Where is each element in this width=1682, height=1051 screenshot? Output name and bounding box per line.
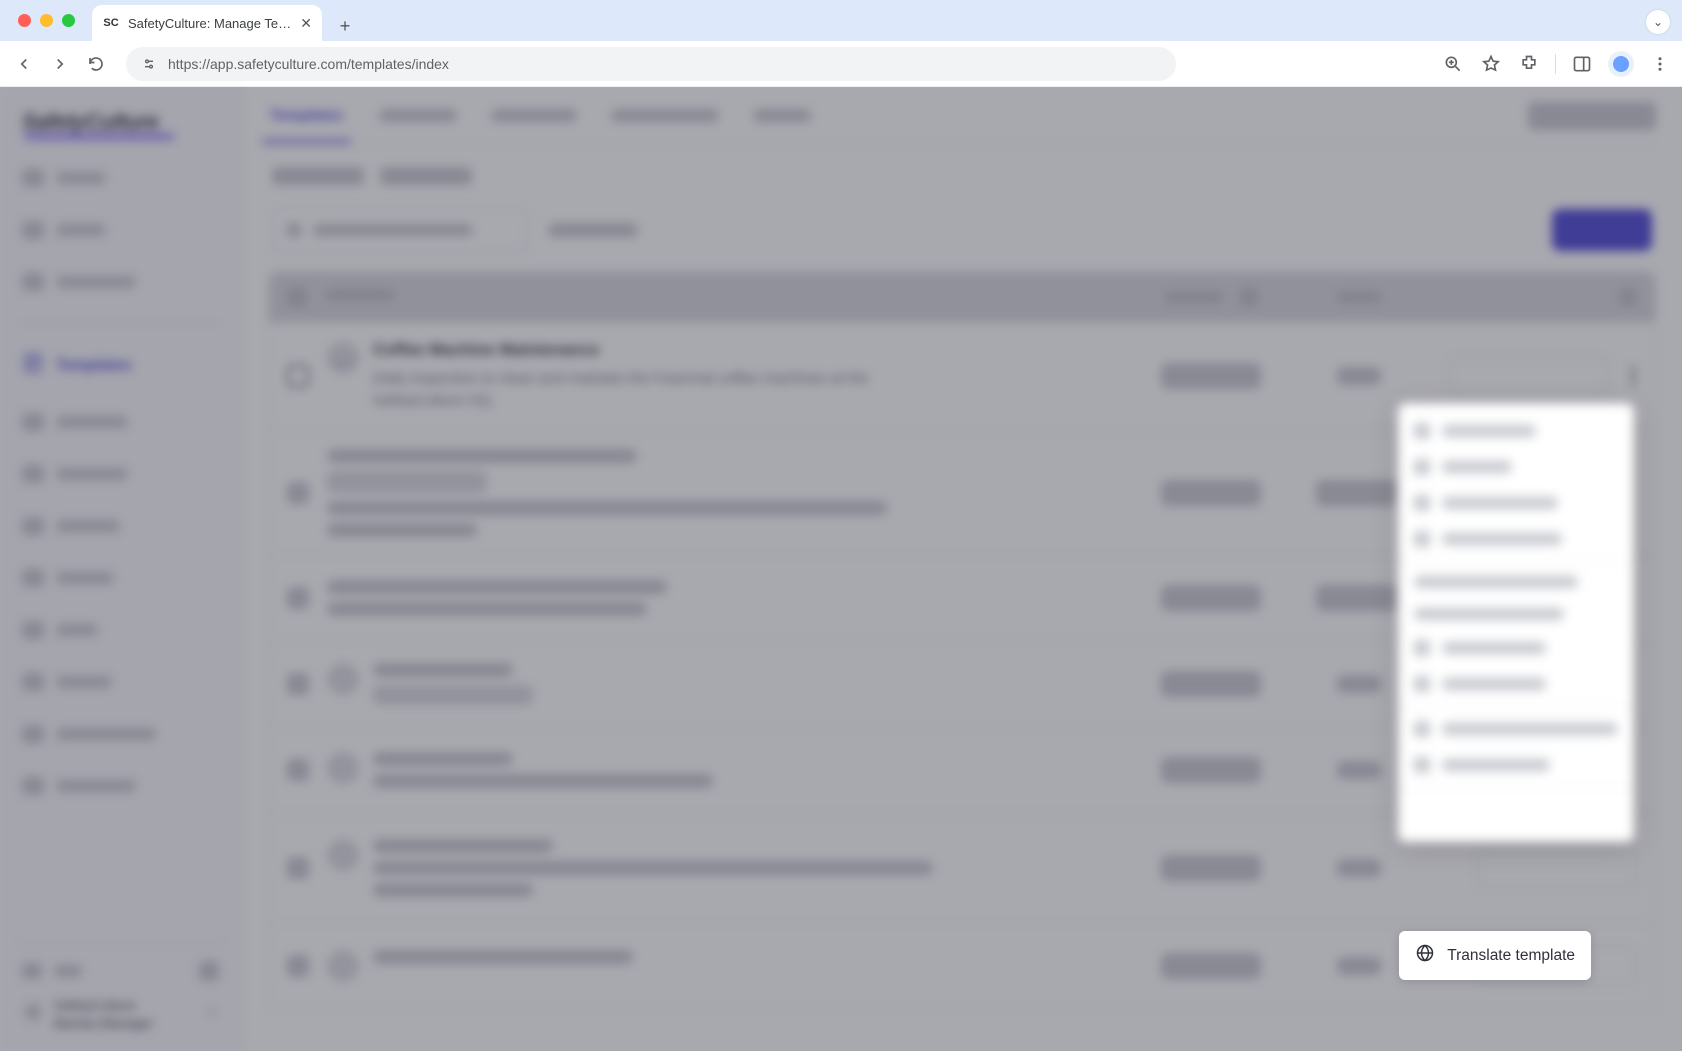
- template-description: Daily inspection to clean and maintain t…: [373, 368, 933, 412]
- sidebar-item[interactable]: [14, 211, 227, 249]
- menu-item[interactable]: [1398, 711, 1634, 747]
- sidebar: SafetyCulture Templates: [0, 87, 242, 1051]
- tab-strip: SC SafetyCulture: Manage Teams and... ✕ …: [0, 0, 1682, 41]
- workspace-name: SafetyCulture: [54, 997, 153, 1015]
- sidebar-item[interactable]: [14, 403, 227, 441]
- menu-item[interactable]: [1398, 449, 1634, 485]
- menu-item[interactable]: [1398, 598, 1634, 630]
- app-viewport: SafetyCulture Templates: [0, 87, 1682, 1051]
- sidebar-item[interactable]: [14, 663, 227, 701]
- menu-item[interactable]: [1398, 630, 1634, 666]
- row-checkbox[interactable]: [287, 482, 309, 504]
- minimize-window-button[interactable]: [40, 14, 53, 27]
- row-context-menu: [1398, 403, 1634, 842]
- row-status: [1161, 363, 1261, 389]
- sidebar-item[interactable]: [14, 715, 227, 753]
- close-window-button[interactable]: [18, 14, 31, 27]
- logo-text: SafetyCulture: [22, 109, 159, 134]
- search-input[interactable]: [272, 207, 528, 253]
- template-title[interactable]: Coffee Machine Maintenance: [373, 341, 1123, 360]
- workspace-role: Barista Manager: [54, 1015, 153, 1033]
- table-header: [269, 272, 1655, 322]
- row-checkbox[interactable]: [287, 587, 309, 609]
- row-checkbox[interactable]: [287, 857, 309, 879]
- sidebar-item[interactable]: [14, 263, 227, 301]
- workspace-switcher[interactable]: SafetyCulture Barista Manager: [14, 989, 227, 1041]
- tab-item[interactable]: [753, 109, 811, 122]
- sidebar-item[interactable]: [14, 159, 227, 197]
- menu-item[interactable]: [1398, 747, 1634, 783]
- breadcrumb: [268, 145, 1656, 199]
- tab-item[interactable]: [379, 109, 457, 122]
- close-tab-icon[interactable]: ✕: [300, 15, 312, 32]
- tab-overflow-button[interactable]: ⌄: [1646, 10, 1670, 34]
- bookmark-icon[interactable]: [1479, 52, 1503, 76]
- profile-button[interactable]: [1608, 51, 1634, 77]
- tab-item[interactable]: [491, 109, 577, 122]
- sidebar-item[interactable]: [14, 455, 227, 493]
- tab-templates[interactable]: Templates: [268, 101, 345, 130]
- templates-icon: [22, 352, 44, 379]
- tab-item[interactable]: [611, 109, 719, 122]
- chevron-right-icon: [205, 1005, 219, 1024]
- sidebar-item[interactable]: [14, 767, 227, 805]
- window-controls: [18, 14, 75, 27]
- side-panel-icon[interactable]: [1570, 52, 1594, 76]
- template-icon: [327, 341, 359, 373]
- browser-toolbar: https://app.safetyculture.com/templates/…: [0, 41, 1682, 87]
- menu-item-label: Translate template: [1447, 947, 1575, 965]
- page-tabs: Templates: [268, 87, 1656, 145]
- globe-icon: [1415, 943, 1435, 968]
- site-settings-icon[interactable]: [140, 55, 158, 73]
- browser-tab[interactable]: SC SafetyCulture: Manage Teams and... ✕: [92, 5, 322, 41]
- row-action-button[interactable]: [1477, 848, 1637, 888]
- zoom-icon[interactable]: [1441, 52, 1465, 76]
- row-checkbox[interactable]: [287, 673, 309, 695]
- filter-bar: [268, 199, 1656, 271]
- row-menu-icon[interactable]: [1631, 367, 1637, 385]
- address-bar[interactable]: https://app.safetyculture.com/templates/…: [126, 47, 1176, 81]
- row-checkbox[interactable]: [287, 759, 309, 781]
- row-action-button[interactable]: [1449, 356, 1609, 396]
- row-checkbox[interactable]: [287, 365, 309, 387]
- menu-item[interactable]: [1398, 566, 1634, 598]
- tab-title: SafetyCulture: Manage Teams and...: [128, 16, 292, 31]
- sidebar-item-templates[interactable]: Templates: [14, 342, 227, 389]
- app-logo[interactable]: SafetyCulture: [14, 99, 227, 153]
- browser-chrome: SC SafetyCulture: Manage Teams and... ✕ …: [0, 0, 1682, 87]
- tabs-right-action[interactable]: [1528, 102, 1656, 130]
- gear-icon: [22, 1001, 44, 1028]
- row-meta: [1337, 367, 1381, 385]
- sidebar-item[interactable]: [14, 611, 227, 649]
- sidebar-divider: [18, 323, 223, 324]
- sidebar-footer: SafetyCulture Barista Manager: [14, 942, 227, 1041]
- fullscreen-window-button[interactable]: [62, 14, 75, 27]
- address-url: https://app.safetyculture.com/templates/…: [168, 56, 449, 72]
- tab-favicon: SC: [102, 14, 120, 32]
- sidebar-item[interactable]: [14, 559, 227, 597]
- menu-item[interactable]: [1398, 485, 1634, 521]
- select-all-checkbox[interactable]: [287, 287, 307, 307]
- sidebar-item-label: Templates: [56, 357, 132, 375]
- forward-button[interactable]: [46, 50, 74, 78]
- row-checkbox[interactable]: [287, 955, 309, 977]
- menu-item[interactable]: [1398, 413, 1634, 449]
- filter-button[interactable]: [548, 223, 638, 237]
- extensions-icon[interactable]: [1517, 52, 1541, 76]
- back-button[interactable]: [10, 50, 38, 78]
- toolbar-divider: [1555, 54, 1556, 74]
- sidebar-item[interactable]: [14, 507, 227, 545]
- reload-button[interactable]: [82, 50, 110, 78]
- menu-item[interactable]: [1398, 666, 1634, 702]
- menu-item-translate-template[interactable]: Translate template: [1399, 931, 1591, 980]
- create-button[interactable]: [1552, 209, 1652, 251]
- chrome-menu-icon[interactable]: [1648, 52, 1672, 76]
- new-tab-button[interactable]: +: [330, 11, 360, 41]
- menu-item[interactable]: [1398, 521, 1634, 557]
